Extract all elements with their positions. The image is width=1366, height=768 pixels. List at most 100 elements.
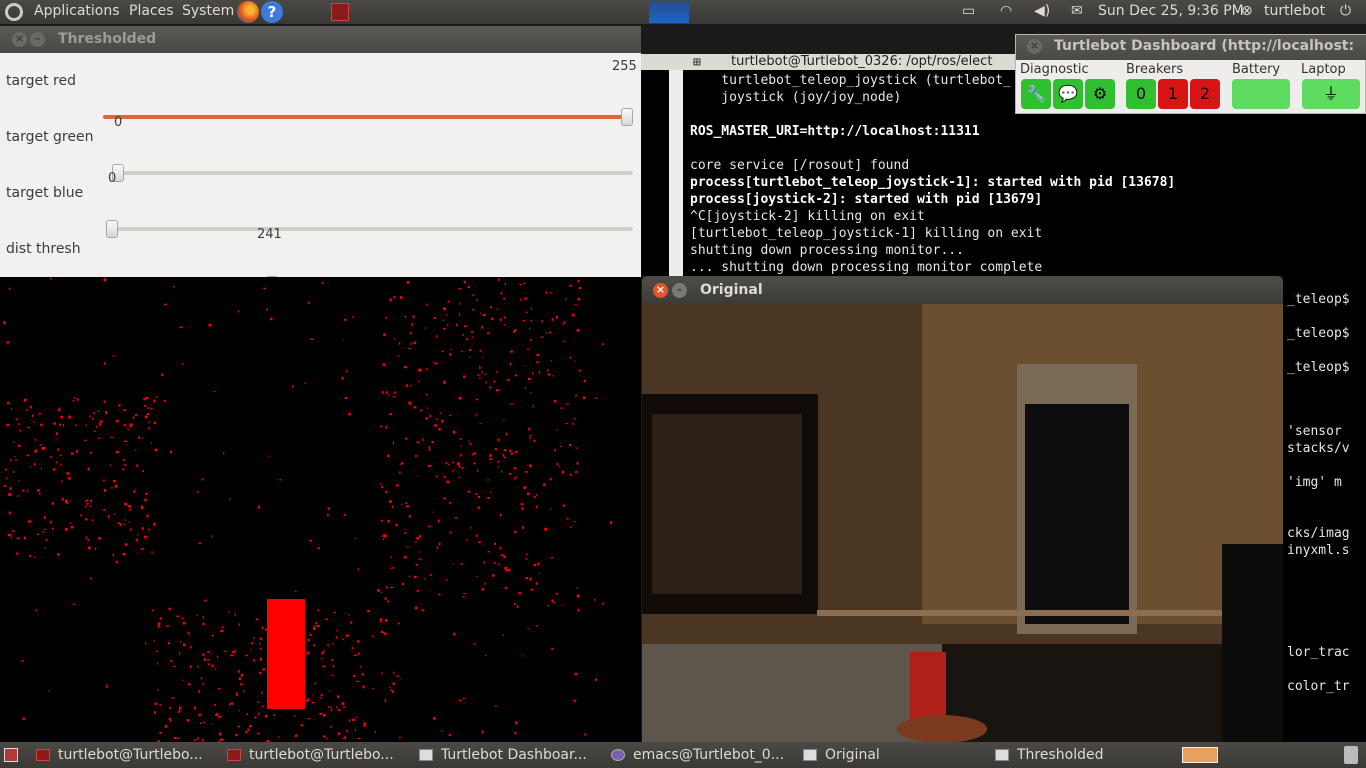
clock[interactable]: Sun Dec 25, 9:36 PM (1098, 3, 1244, 21)
noise-pixel (538, 572, 541, 574)
noise-pixel (173, 286, 175, 288)
original-titlebar[interactable]: × – Original (642, 276, 1283, 304)
noise-pixel (42, 531, 45, 533)
noise-pixel (438, 428, 441, 431)
system-monitor-icon[interactable] (649, 1, 689, 23)
noise-pixel (458, 397, 462, 400)
slider-track[interactable] (112, 171, 633, 175)
slider-thumb[interactable] (621, 108, 633, 126)
target-green-slider[interactable] (112, 164, 633, 182)
noise-pixel (257, 701, 260, 703)
battery-icon[interactable]: ▭ (962, 3, 975, 21)
noise-pixel (514, 603, 516, 605)
noise-pixel (582, 396, 586, 400)
noise-pixel (240, 673, 243, 677)
show-desktop-icon[interactable] (4, 748, 18, 762)
noise-pixel (516, 605, 519, 609)
noise-pixel (556, 462, 559, 466)
places-menu[interactable]: Places (129, 3, 174, 19)
breaker-1-button[interactable]: 1 (1158, 79, 1188, 109)
noise-pixel (487, 497, 490, 499)
noise-pixel (38, 413, 42, 415)
task-emacs[interactable]: emacs@Turtlebot_0... (611, 745, 791, 765)
noise-pixel (532, 372, 534, 374)
thresholded-titlebar[interactable]: × – Thresholded (0, 26, 641, 53)
noise-pixel (522, 526, 525, 529)
noise-pixel (59, 423, 61, 426)
noise-pixel (420, 409, 423, 412)
noise-pixel (266, 307, 268, 311)
noise-pixel (392, 441, 394, 445)
task-label: Original (825, 747, 880, 763)
system-menu[interactable]: System (182, 3, 234, 19)
noise-pixel (510, 452, 514, 455)
noise-pixel (426, 407, 428, 409)
firefox-icon[interactable] (237, 1, 259, 23)
room-scene (642, 304, 1283, 742)
noise-pixel (143, 398, 145, 401)
noise-pixel (112, 355, 116, 357)
noise-pixel (159, 617, 162, 620)
close-icon[interactable]: × (12, 32, 27, 47)
dashboard-titlebar[interactable]: × Turtlebot Dashboard (http://localhost:… (1016, 35, 1366, 60)
close-icon[interactable]: × (1027, 39, 1042, 54)
user-icon[interactable]: ⊗ (1241, 3, 1253, 21)
wrench-icon[interactable]: 🔧 (1021, 79, 1051, 109)
task-terminal-1[interactable]: turtlebot@Turtlebo... (36, 745, 216, 765)
noise-pixel (404, 532, 407, 535)
breaker-2-button[interactable]: 2 (1190, 79, 1220, 109)
noise-pixel (178, 709, 181, 712)
terminal-scrollbar[interactable] (669, 70, 683, 276)
noise-pixel (250, 642, 254, 645)
noise-pixel (84, 518, 88, 521)
noise-pixel (413, 341, 417, 345)
background-terminal[interactable]: _teleop$ _teleop$ _teleop$ 'sensor stacks/v '… (1283, 276, 1366, 742)
speech-bubble-icon[interactable]: 💬 (1053, 79, 1083, 109)
noise-pixel (37, 489, 40, 492)
wifi-icon[interactable]: ◠ (1000, 3, 1012, 21)
terminal-launcher-icon[interactable] (331, 3, 349, 21)
noise-pixel (392, 682, 395, 685)
minimize-icon[interactable]: – (672, 283, 687, 298)
noise-pixel (496, 308, 499, 310)
minimize-icon[interactable]: – (30, 32, 45, 47)
task-thresholded[interactable]: Thresholded (995, 745, 1175, 765)
noise-pixel (489, 458, 493, 460)
task-dashboard[interactable]: Turtlebot Dashboar... (419, 745, 599, 765)
noise-pixel (524, 297, 527, 300)
target-red-slider[interactable] (103, 108, 633, 126)
noise-pixel (458, 287, 461, 290)
power-icon[interactable]: ⏻ (1340, 3, 1351, 21)
target-blue-slider[interactable] (106, 220, 633, 238)
noise-pixel (389, 686, 391, 689)
noise-pixel (154, 702, 158, 705)
applications-menu[interactable]: Applications (34, 3, 120, 19)
task-original[interactable]: Original (803, 745, 983, 765)
workspace-switcher[interactable] (1182, 747, 1218, 763)
noise-pixel (497, 438, 500, 442)
noise-pixel (115, 560, 118, 564)
terminal-menu-icon[interactable]: ⊞ (693, 55, 701, 70)
slider-thumb[interactable] (106, 220, 118, 238)
help-icon[interactable]: ? (261, 1, 283, 23)
task-terminal-2[interactable]: turtlebot@Turtlebo... (227, 745, 407, 765)
terminal-line: ... shutting down processing monitor com… (690, 260, 1043, 275)
target-red-label: target red (6, 73, 76, 89)
noise-pixel (381, 672, 383, 675)
mail-icon[interactable]: ✉ (1071, 3, 1083, 21)
ubuntu-logo-icon[interactable] (5, 3, 23, 21)
noise-pixel (245, 654, 248, 657)
noise-pixel (551, 599, 554, 602)
noise-pixel (329, 690, 331, 692)
slider-track[interactable] (106, 227, 633, 231)
close-icon[interactable]: × (653, 283, 668, 298)
trash-icon[interactable] (1344, 746, 1358, 764)
breaker-0-button[interactable]: 0 (1126, 79, 1156, 109)
gear-icon[interactable]: ⚙ (1085, 79, 1115, 109)
noise-pixel (525, 577, 528, 580)
noise-pixel (466, 338, 469, 341)
noise-pixel (130, 528, 132, 532)
user-name[interactable]: turtlebot (1264, 3, 1325, 21)
noise-pixel (436, 546, 439, 550)
volume-icon[interactable]: ◀) (1034, 3, 1050, 21)
